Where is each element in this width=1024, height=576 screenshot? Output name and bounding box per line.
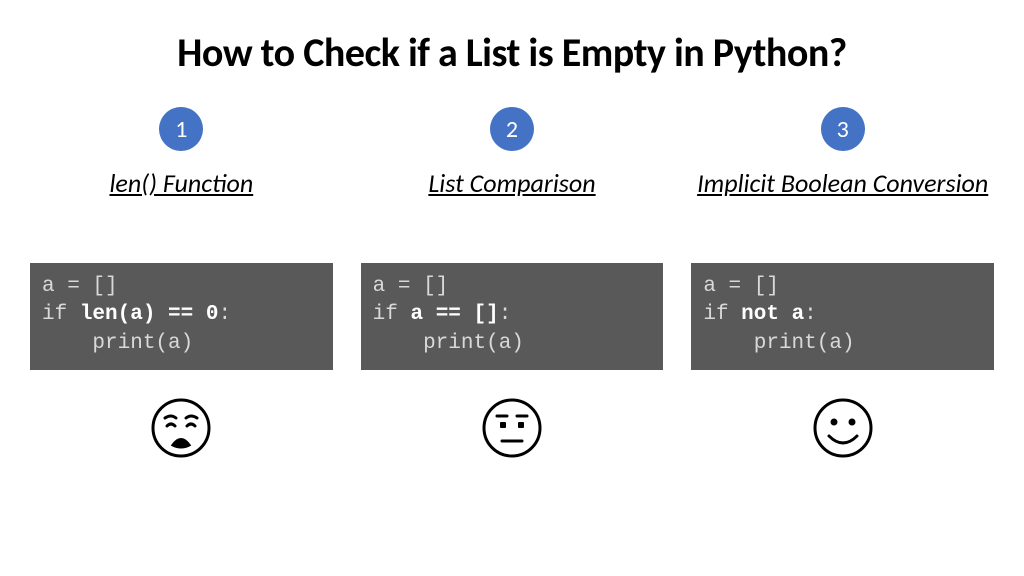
method-column-3: 3 Implicit Boolean Conversion a = [] if … bbox=[691, 107, 994, 576]
method-column-2: 2 List Comparison a = [] if a == []: pri… bbox=[361, 107, 664, 576]
code-line: a = [] bbox=[373, 275, 449, 298]
neutral-face-icon bbox=[480, 396, 544, 460]
method-subtitle: Implicit Boolean Conversion bbox=[697, 167, 988, 239]
methods-row: 1 len() Function a = [] if len(a) == 0: … bbox=[30, 107, 994, 576]
number-badge: 3 bbox=[821, 107, 865, 151]
smiling-face-icon bbox=[811, 396, 875, 460]
code-line: print(a) bbox=[703, 332, 854, 355]
code-block: a = [] if not a: print(a) bbox=[691, 263, 994, 370]
code-block: a = [] if a == []: print(a) bbox=[361, 263, 664, 370]
slide-container: How to Check if a List is Empty in Pytho… bbox=[0, 0, 1024, 576]
method-subtitle: len() Function bbox=[109, 167, 253, 239]
code-block: a = [] if len(a) == 0: print(a) bbox=[30, 263, 333, 370]
code-line: a = [] bbox=[703, 275, 779, 298]
code-line: a = [] bbox=[42, 275, 118, 298]
method-column-1: 1 len() Function a = [] if len(a) == 0: … bbox=[30, 107, 333, 576]
method-subtitle: List Comparison bbox=[428, 167, 595, 239]
weary-face-icon bbox=[149, 396, 213, 460]
code-line: if a == []: bbox=[373, 303, 512, 326]
code-line: print(a) bbox=[373, 332, 524, 355]
code-line: if not a: bbox=[703, 303, 816, 326]
page-title: How to Check if a List is Empty in Pytho… bbox=[177, 28, 847, 77]
code-line: print(a) bbox=[42, 332, 193, 355]
code-line: if len(a) == 0: bbox=[42, 303, 231, 326]
number-badge: 1 bbox=[159, 107, 203, 151]
number-badge: 2 bbox=[490, 107, 534, 151]
